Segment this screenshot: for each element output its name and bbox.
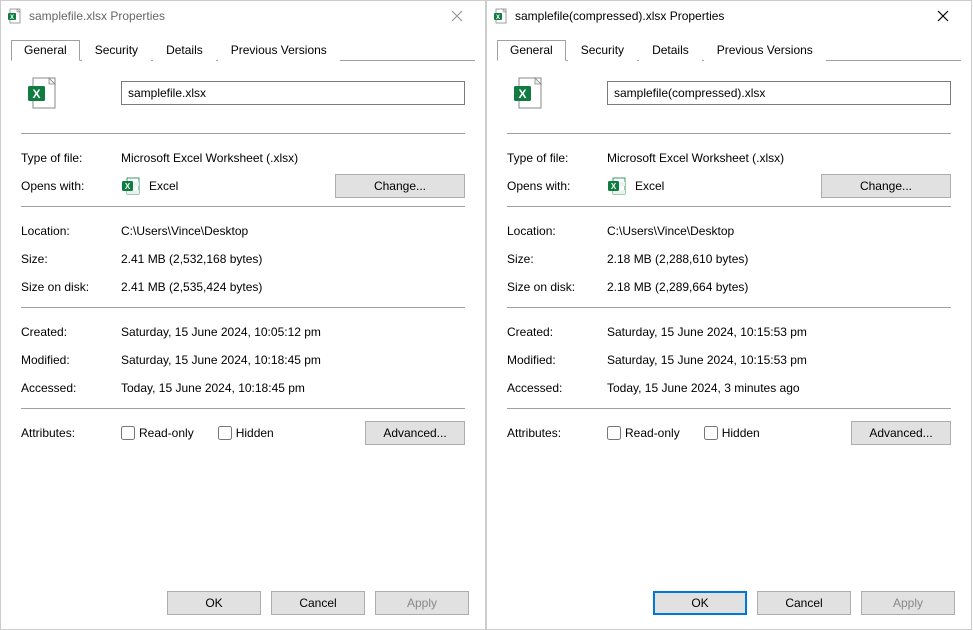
svg-text:X: X <box>611 182 617 191</box>
svg-text:X: X <box>125 182 131 191</box>
location-label: Location: <box>507 224 607 238</box>
modified-value: Saturday, 15 June 2024, 10:18:45 pm <box>121 353 465 367</box>
excel-file-icon: X <box>511 75 547 111</box>
hidden-checkbox[interactable]: Hidden <box>218 426 274 440</box>
created-value: Saturday, 15 June 2024, 10:05:12 pm <box>121 325 465 339</box>
svg-text:X: X <box>518 87 526 101</box>
opens-with-label: Opens with: <box>507 179 607 193</box>
opens-with-app: Excel <box>635 179 664 193</box>
type-of-file-label: Type of file: <box>21 151 121 165</box>
tab-details[interactable]: Details <box>639 40 702 61</box>
dialog-content: X Type of file: Microsoft Excel Workshee… <box>487 61 971 581</box>
titlebar[interactable]: X samplefile.xlsx Properties <box>1 1 485 31</box>
tab-details[interactable]: Details <box>153 40 216 61</box>
filename-input[interactable] <box>121 81 465 105</box>
modified-value: Saturday, 15 June 2024, 10:15:53 pm <box>607 353 951 367</box>
window-title: samplefile(compressed).xlsx Properties <box>515 9 921 23</box>
size-on-disk-value: 2.41 MB (2,535,424 bytes) <box>121 280 465 294</box>
accessed-label: Accessed: <box>507 381 607 395</box>
accessed-value: Today, 15 June 2024, 10:18:45 pm <box>121 381 465 395</box>
tab-previous-versions[interactable]: Previous Versions <box>704 40 826 61</box>
dialog-content: X Type of file: Microsoft Excel Workshee… <box>1 61 485 581</box>
size-on-disk-label: Size on disk: <box>507 280 607 294</box>
apply-button[interactable]: Apply <box>375 591 469 615</box>
created-label: Created: <box>21 325 121 339</box>
accessed-label: Accessed: <box>21 381 121 395</box>
excel-file-icon: X <box>7 8 23 24</box>
tab-general[interactable]: General <box>11 40 80 61</box>
excel-file-icon: X <box>493 8 509 24</box>
change-button[interactable]: Change... <box>335 174 465 198</box>
tab-general[interactable]: General <box>497 40 566 61</box>
type-of-file-label: Type of file: <box>507 151 607 165</box>
tab-security[interactable]: Security <box>568 40 637 61</box>
location-value: C:\Users\Vince\Desktop <box>607 224 951 238</box>
location-value: C:\Users\Vince\Desktop <box>121 224 465 238</box>
readonly-checkbox[interactable]: Read-only <box>607 426 680 440</box>
attributes-label: Attributes: <box>507 426 607 440</box>
tab-strip: General Security Details Previous Versio… <box>487 31 971 61</box>
cancel-button[interactable]: Cancel <box>271 591 365 615</box>
attributes-label: Attributes: <box>21 426 121 440</box>
ok-button[interactable]: OK <box>653 591 747 615</box>
excel-file-icon: X <box>25 75 61 111</box>
titlebar[interactable]: X samplefile(compressed).xlsx Properties <box>487 1 971 31</box>
apply-button[interactable]: Apply <box>861 591 955 615</box>
location-label: Location: <box>21 224 121 238</box>
size-value: 2.18 MB (2,288,610 bytes) <box>607 252 951 266</box>
properties-dialog-right: X samplefile(compressed).xlsx Properties… <box>486 0 972 630</box>
cancel-button[interactable]: Cancel <box>757 591 851 615</box>
opens-with-app: Excel <box>149 179 178 193</box>
close-icon[interactable] <box>435 2 479 30</box>
created-label: Created: <box>507 325 607 339</box>
excel-app-icon: X <box>121 176 141 196</box>
opens-with-label: Opens with: <box>21 179 121 193</box>
type-of-file-value: Microsoft Excel Worksheet (.xlsx) <box>607 151 951 165</box>
excel-app-icon: X <box>607 176 627 196</box>
tab-security[interactable]: Security <box>82 40 151 61</box>
size-label: Size: <box>21 252 121 266</box>
dialog-buttons: OK Cancel Apply <box>1 581 485 629</box>
filename-input[interactable] <box>607 81 951 105</box>
created-value: Saturday, 15 June 2024, 10:15:53 pm <box>607 325 951 339</box>
type-of-file-value: Microsoft Excel Worksheet (.xlsx) <box>121 151 465 165</box>
size-on-disk-label: Size on disk: <box>21 280 121 294</box>
advanced-button[interactable]: Advanced... <box>365 421 465 445</box>
svg-text:X: X <box>496 15 500 21</box>
tab-strip: General Security Details Previous Versio… <box>1 31 485 61</box>
accessed-value: Today, 15 June 2024, 3 minutes ago <box>607 381 951 395</box>
dialog-buttons: OK Cancel Apply <box>487 581 971 629</box>
svg-text:X: X <box>32 87 40 101</box>
change-button[interactable]: Change... <box>821 174 951 198</box>
properties-dialog-left: X samplefile.xlsx Properties General Sec… <box>0 0 486 630</box>
size-on-disk-value: 2.18 MB (2,289,664 bytes) <box>607 280 951 294</box>
size-value: 2.41 MB (2,532,168 bytes) <box>121 252 465 266</box>
modified-label: Modified: <box>507 353 607 367</box>
tab-previous-versions[interactable]: Previous Versions <box>218 40 340 61</box>
size-label: Size: <box>507 252 607 266</box>
hidden-checkbox[interactable]: Hidden <box>704 426 760 440</box>
modified-label: Modified: <box>21 353 121 367</box>
readonly-checkbox[interactable]: Read-only <box>121 426 194 440</box>
window-title: samplefile.xlsx Properties <box>29 9 435 23</box>
advanced-button[interactable]: Advanced... <box>851 421 951 445</box>
svg-text:X: X <box>10 15 14 21</box>
close-icon[interactable] <box>921 2 965 30</box>
ok-button[interactable]: OK <box>167 591 261 615</box>
